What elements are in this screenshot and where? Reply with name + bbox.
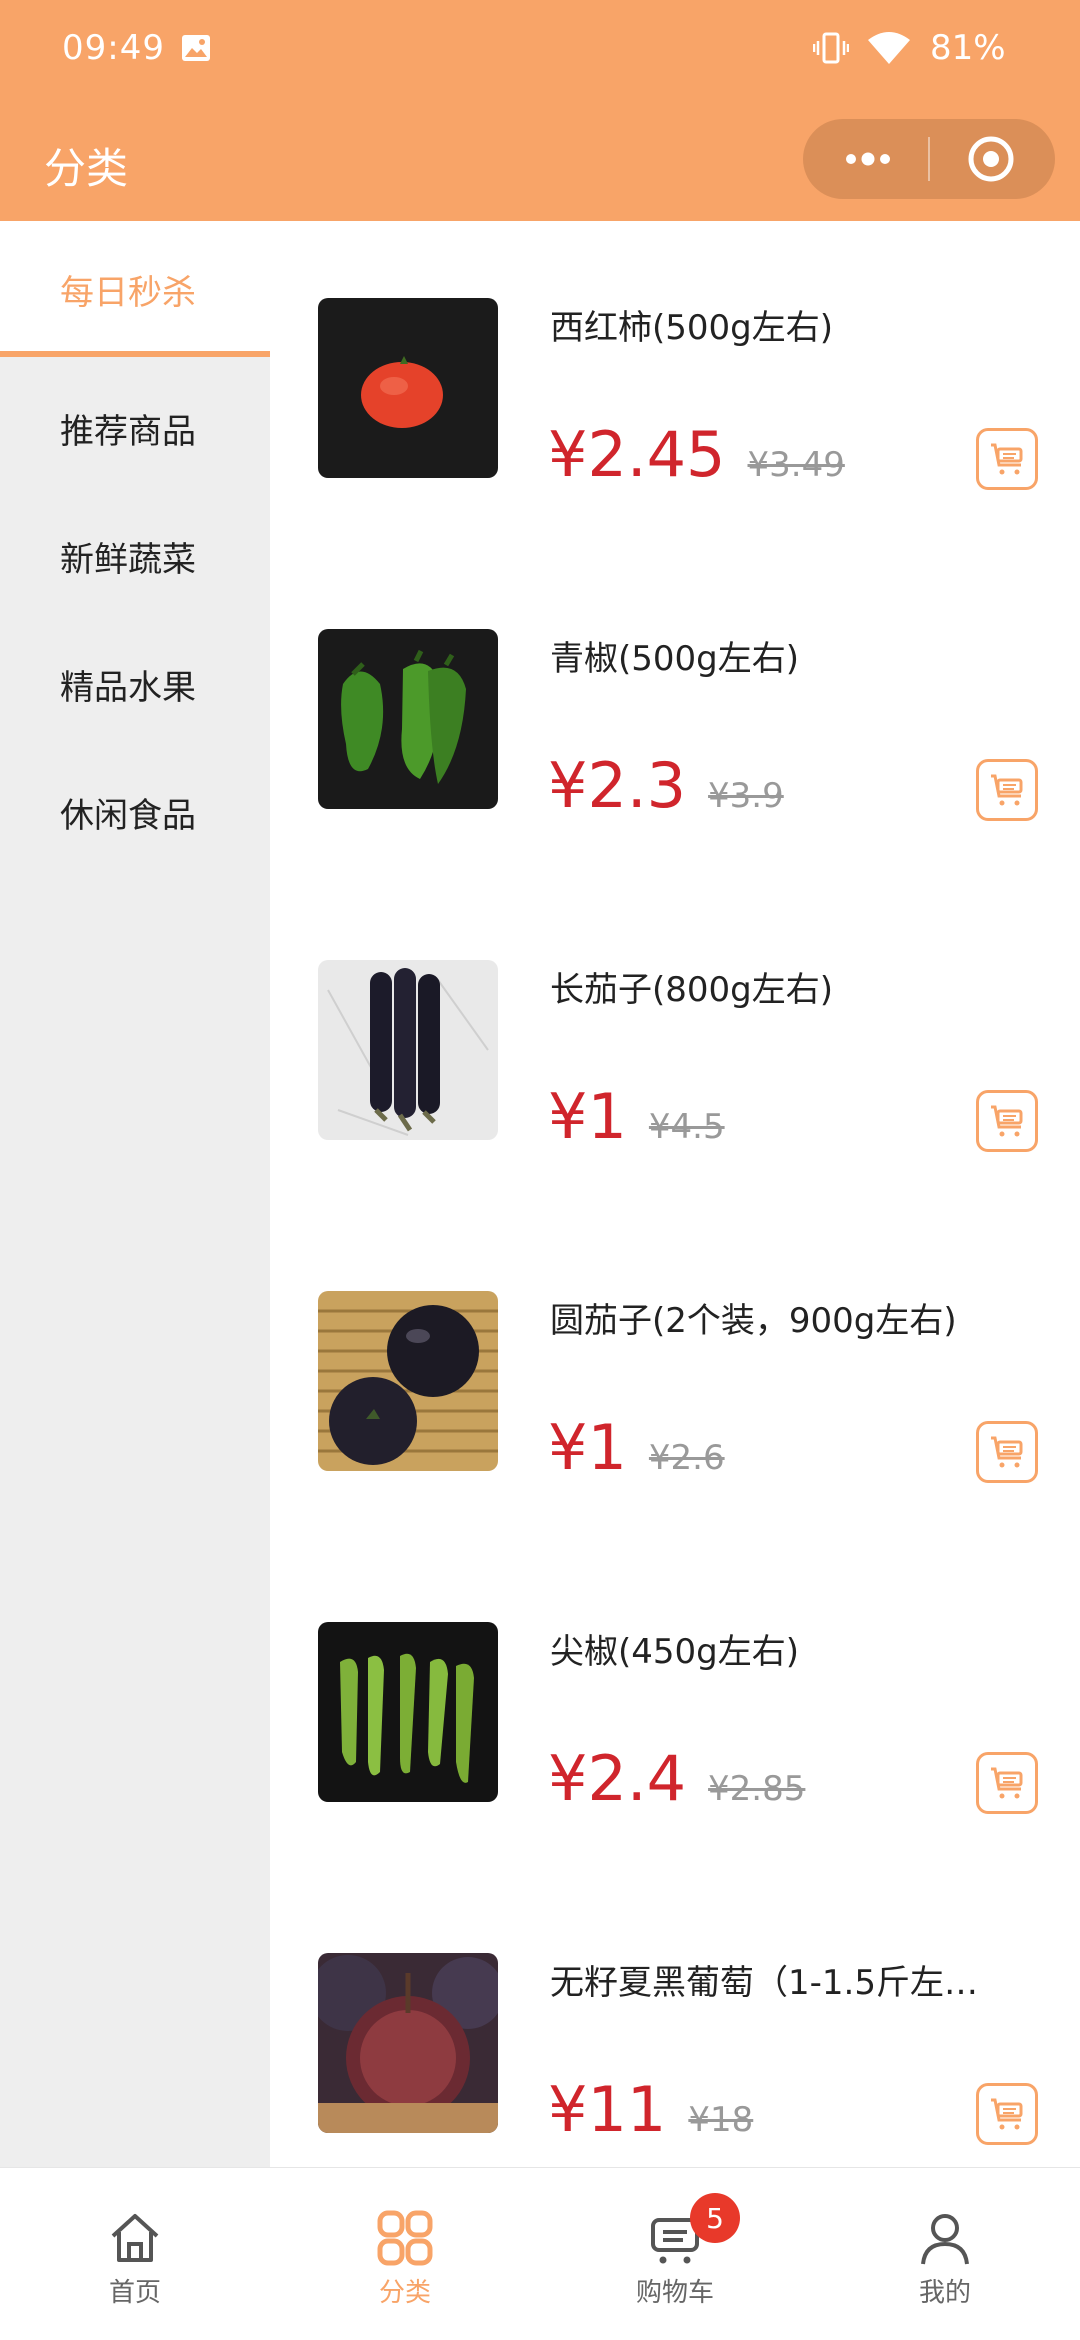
sidebar-item-fruits[interactable]: 精品水果 [0, 619, 270, 749]
sidebar-item-vegetables[interactable]: 新鲜蔬菜 [0, 491, 270, 621]
cart-count-badge: 5 [690, 2193, 740, 2243]
price-row: ¥2.4 ¥2.85 [548, 1742, 805, 1822]
sidebar-item-label: 每日秒杀 [60, 272, 196, 313]
original-price: ¥2.6 [648, 1438, 725, 1478]
cart-add-icon [991, 1436, 1023, 1468]
vibrate-icon [813, 32, 849, 64]
product-image-round-eggplant[interactable] [318, 1291, 498, 1471]
sale-price: ¥1 [548, 1411, 627, 1484]
original-price: ¥2.85 [708, 1769, 806, 1809]
product-name: 尖椒(450g左右) [550, 1632, 800, 1672]
product-name: 西红柿(500g左右) [550, 308, 834, 348]
page-title: 分类 [44, 144, 129, 193]
sale-price: ¥1 [548, 1080, 627, 1153]
product-item[interactable]: 圆茄子(2个装，900g左右) ¥1 ¥2.6 [270, 1291, 1080, 1621]
tab-profile[interactable]: 我的 [810, 2168, 1080, 2340]
battery-percent: 81% [930, 28, 1006, 68]
sidebar-item-label: 精品水果 [60, 667, 196, 708]
tab-category[interactable]: 分类 [270, 2168, 540, 2340]
target-icon[interactable] [966, 134, 1016, 184]
tab-label: 我的 [918, 2278, 971, 2308]
product-image-tomato[interactable] [318, 298, 498, 478]
product-image-green-pepper[interactable] [318, 629, 498, 809]
user-icon [921, 2214, 969, 2265]
tab-label: 分类 [378, 2278, 431, 2308]
add-to-cart-button[interactable] [976, 1421, 1038, 1483]
product-item[interactable]: 尖椒(450g左右) ¥2.4 ¥2.85 [270, 1622, 1080, 1952]
cart-add-icon [991, 443, 1023, 475]
original-price: ¥3.9 [708, 776, 784, 816]
sale-price: ¥2.45 [548, 418, 726, 491]
active-indicator [0, 351, 270, 357]
cart-add-icon [991, 774, 1023, 806]
product-name: 青椒(500g左右) [550, 639, 800, 679]
product-image-black-grape[interactable] [318, 1953, 498, 2133]
price-row: ¥1 ¥2.6 [548, 1411, 725, 1491]
sidebar-item-label: 休闲食品 [60, 795, 196, 836]
sidebar-item-flash-sale[interactable]: 每日秒杀 [0, 221, 270, 357]
product-item[interactable]: 青椒(500g左右) ¥2.3 ¥3.9 [270, 629, 1080, 959]
sale-price: ¥11 [548, 2073, 667, 2146]
product-name: 无籽夏黑葡萄（1-1.5斤左… [550, 1963, 978, 2003]
tab-cart[interactable]: 5 购物车 [540, 2168, 810, 2340]
category-sidebar: 每日秒杀 推荐商品 新鲜蔬菜 精品水果 休闲食品 [0, 221, 270, 2167]
tab-home[interactable]: 首页 [0, 2168, 270, 2340]
tab-label: 首页 [108, 2278, 161, 2308]
price-row: ¥1 ¥4.5 [548, 1080, 725, 1160]
product-name: 长茄子(800g左右) [550, 970, 834, 1010]
original-price: ¥3.49 [747, 445, 845, 485]
add-to-cart-button[interactable] [976, 2083, 1038, 2145]
add-to-cart-button[interactable] [976, 428, 1038, 490]
mini-program-capsule [803, 119, 1055, 199]
header: 09:49 81% 分类 [0, 0, 1080, 221]
wifi-icon [868, 32, 910, 64]
sidebar-item-label: 推荐商品 [60, 411, 196, 452]
cart-add-icon [991, 1105, 1023, 1137]
product-image-chili-pepper[interactable] [318, 1622, 498, 1802]
status-time: 09:49 [62, 28, 165, 68]
cart-add-icon [991, 2098, 1023, 2130]
more-icon[interactable] [837, 139, 899, 179]
price-row: ¥2.3 ¥3.9 [548, 749, 784, 829]
product-item[interactable]: 西红柿(500g左右) ¥2.45 ¥3.49 [270, 298, 1080, 628]
original-price: ¥4.5 [648, 1107, 725, 1147]
tab-label: 购物车 [635, 2278, 714, 2308]
cart-add-icon [991, 1767, 1023, 1799]
add-to-cart-button[interactable] [976, 1752, 1038, 1814]
category-icon [377, 2210, 433, 2266]
sidebar-item-label: 新鲜蔬菜 [60, 539, 196, 580]
sale-price: ¥2.4 [548, 1742, 687, 1815]
capsule-divider [928, 137, 930, 181]
add-to-cart-button[interactable] [976, 759, 1038, 821]
price-row: ¥2.45 ¥3.49 [548, 418, 845, 498]
gallery-icon [182, 35, 210, 61]
original-price: ¥18 [688, 2100, 754, 2140]
sale-price: ¥2.3 [548, 749, 687, 822]
sidebar-item-snacks[interactable]: 休闲食品 [0, 747, 270, 877]
sidebar-item-recommended[interactable]: 推荐商品 [0, 363, 270, 493]
product-image-long-eggplant[interactable] [318, 960, 498, 1140]
product-item[interactable]: 长茄子(800g左右) ¥1 ¥4.5 [270, 960, 1080, 1290]
price-row: ¥11 ¥18 [548, 2073, 753, 2153]
product-name: 圆茄子(2个装，900g左右) [550, 1301, 957, 1341]
bottom-tab-bar: 首页 分类 5 购物车 我的 [0, 2167, 1080, 2340]
add-to-cart-button[interactable] [976, 1090, 1038, 1152]
home-icon [111, 2214, 159, 2262]
